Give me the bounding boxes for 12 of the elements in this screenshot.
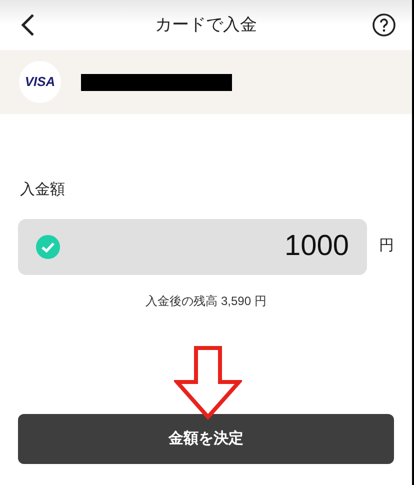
help-icon	[372, 13, 396, 37]
amount-field[interactable]: 1000	[18, 218, 367, 274]
card-brand-logo: VISA	[19, 61, 61, 103]
balance-after-text: 入金後の残高 3,590 円	[146, 292, 266, 310]
amount-value: 1000	[284, 228, 349, 264]
down-arrow-icon	[174, 346, 242, 420]
back-icon	[21, 13, 35, 37]
page-title: カードで入金	[155, 14, 257, 36]
currency-unit: 円	[379, 236, 394, 256]
check-icon	[36, 234, 60, 258]
submit-button[interactable]: 金額を決定	[18, 414, 394, 464]
amount-label: 入金額	[20, 180, 66, 200]
